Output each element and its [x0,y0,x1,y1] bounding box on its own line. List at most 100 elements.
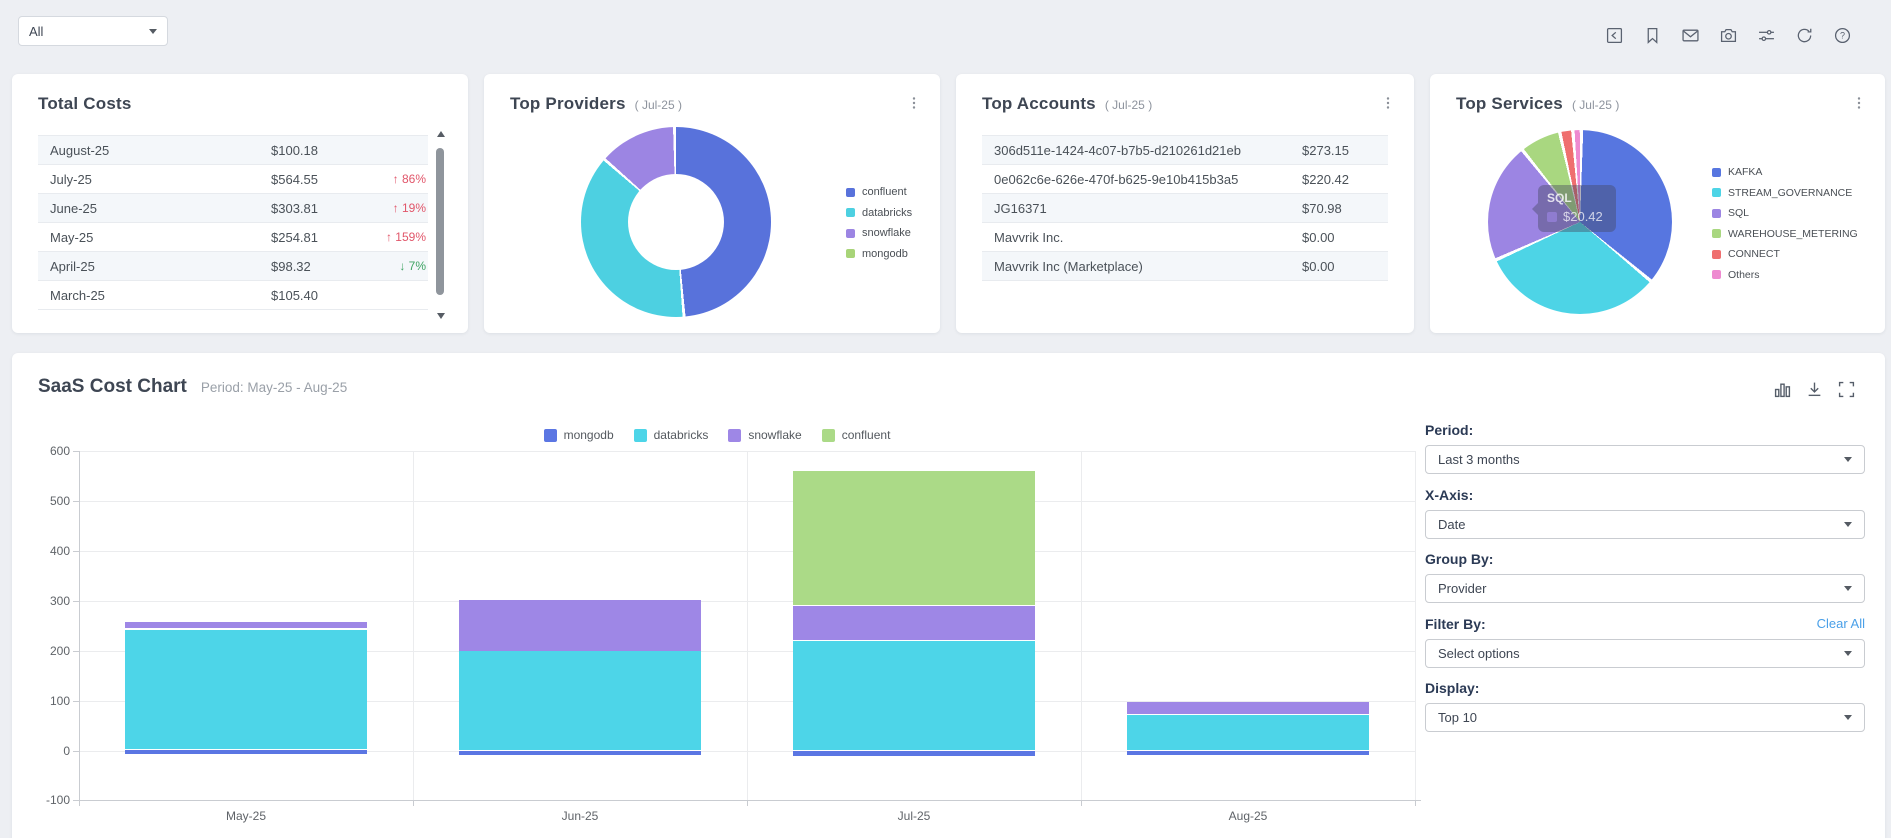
bar-segment-snowflake[interactable] [125,622,367,628]
legend-item[interactable]: CONNECT [1712,244,1858,265]
month-cell: April-25 [50,259,95,274]
amount-cell: $70.98 [1302,201,1342,216]
control-group-by: Group By:Provider [1425,550,1865,603]
legend-swatch [846,208,855,217]
bar-segment-databricks[interactable] [1127,715,1369,751]
scrollbar-thumb[interactable] [436,148,444,295]
legend-swatch [1712,270,1721,279]
legend-item[interactable]: Others [1712,265,1858,286]
amount-cell: $0.00 [1302,259,1335,274]
donut-hole [628,174,724,270]
top-services-period: ( Jul-25 ) [1572,98,1619,112]
mail-icon[interactable] [1682,27,1699,44]
legend-item[interactable]: snowflake [728,425,801,446]
legend-swatch [728,429,741,442]
y-axis-label: 400 [12,544,70,558]
month-cell: August-25 [50,143,109,158]
period-select[interactable]: Last 3 months [1425,445,1865,474]
amount-cell: $0.00 [1302,230,1335,245]
saas-chart-title: SaaS Cost Chart [38,376,187,398]
legend-item[interactable]: mongodb [846,244,912,265]
legend-item[interactable]: STREAM_GOVERNANCE [1712,183,1858,204]
filter-by-select[interactable]: Select options [1425,639,1865,668]
table-row: August-25 $100.18 [38,136,428,165]
more-menu-icon[interactable] [1380,95,1396,111]
change-cell: ↑ 19% [393,201,426,215]
legend-item[interactable]: WAREHOUSE_METERING [1712,224,1858,245]
account-cell: Mavvrik Inc (Marketplace) [994,259,1143,274]
help-icon[interactable]: ? [1834,27,1851,44]
bar-segment-databricks[interactable] [459,651,701,750]
group-by-select[interactable]: Provider [1425,574,1865,603]
change-cell: ↑ 86% [393,172,426,186]
display-select[interactable]: Top 10 [1425,703,1865,732]
topbar-icons: ? [1606,27,1851,44]
services-pie-chart[interactable] [1488,130,1672,314]
more-menu-icon[interactable] [1851,95,1867,111]
x-axis-select[interactable]: Date [1425,510,1865,539]
filter-by-label: Filter By: [1425,616,1817,632]
download-icon[interactable] [1806,381,1823,398]
legend-item[interactable]: databricks [634,425,709,446]
bar-segment-snowflake[interactable] [793,606,1035,640]
chart-type-icon[interactable] [1774,381,1791,398]
bar-segment-mongodb[interactable] [1127,751,1369,755]
export-icon[interactable] [1606,27,1623,44]
group-by-select-value: Provider [1438,581,1844,596]
legend-swatch [1712,250,1721,259]
legend-item[interactable]: confluent [822,425,891,446]
bar-segment-databricks[interactable] [793,641,1035,751]
refresh-icon[interactable] [1796,27,1813,44]
bar-segment-mongodb[interactable] [459,751,701,755]
chevron-down-icon [149,29,157,34]
chevron-down-icon [1844,715,1852,720]
bar-segment-databricks[interactable] [125,630,367,749]
bar-segment-snowflake[interactable] [459,600,701,651]
month-cell: June-25 [50,201,97,216]
legend-label: confluent [842,428,891,442]
svg-text:?: ? [1840,31,1845,41]
scope-select-value: All [29,24,149,39]
top-providers-card: Top Providers ( Jul-25 ) confluentdatabr… [484,74,940,333]
camera-icon[interactable] [1720,27,1737,44]
bar-segment-mongodb[interactable] [793,751,1035,755]
bar-segment-snowflake[interactable] [1127,702,1369,714]
legend-label: snowflake [862,227,911,239]
amount-cell: $254.81 [271,230,318,245]
amount-cell: $564.55 [271,172,318,187]
legend-swatch [1712,168,1721,177]
gridline [1081,451,1082,800]
legend-label: CONNECT [1728,248,1780,260]
more-menu-icon[interactable] [906,95,922,111]
clear-all-link[interactable]: Clear All [1817,616,1865,631]
bookmark-icon[interactable] [1644,27,1661,44]
legend-item[interactable]: mongodb [544,425,614,446]
top-accounts-card: Top Accounts ( Jul-25 ) 306d511e-1424-4c… [956,74,1414,333]
scope-select[interactable]: All [18,16,168,46]
legend-label: mongodb [564,428,614,442]
legend-item[interactable]: KAFKA [1712,162,1858,183]
providers-donut-chart[interactable] [581,127,771,317]
display-select-value: Top 10 [1438,710,1844,725]
legend-item[interactable]: SQL [1712,203,1858,224]
legend-item[interactable]: snowflake [846,223,912,244]
amount-cell: $100.18 [271,143,318,158]
saas-chart-subtitle: Period: May-25 - Aug-25 [201,380,347,395]
bar-segment-confluent[interactable] [793,471,1035,606]
chevron-down-icon [1844,457,1852,462]
legend-item[interactable]: databricks [846,203,912,224]
scroll-down-icon[interactable] [437,313,445,319]
scrollbar[interactable] [436,131,446,319]
top-services-title: Top Services [1456,94,1563,114]
x-axis-label: X-Axis: [1425,487,1865,503]
table-row: 306d511e-1424-4c07-b7b5-d210261d21eb$273… [982,136,1388,165]
sliders-icon[interactable] [1758,27,1775,44]
fullscreen-icon[interactable] [1838,381,1855,398]
amount-cell: $220.42 [1302,172,1349,187]
account-cell: Mavvrik Inc. [994,230,1063,245]
bar-segment-mongodb[interactable] [125,750,367,754]
x-axis-label: Aug-25 [1081,809,1415,823]
legend-item[interactable]: confluent [846,182,912,203]
display-label: Display: [1425,680,1865,696]
scroll-up-icon[interactable] [437,131,445,137]
